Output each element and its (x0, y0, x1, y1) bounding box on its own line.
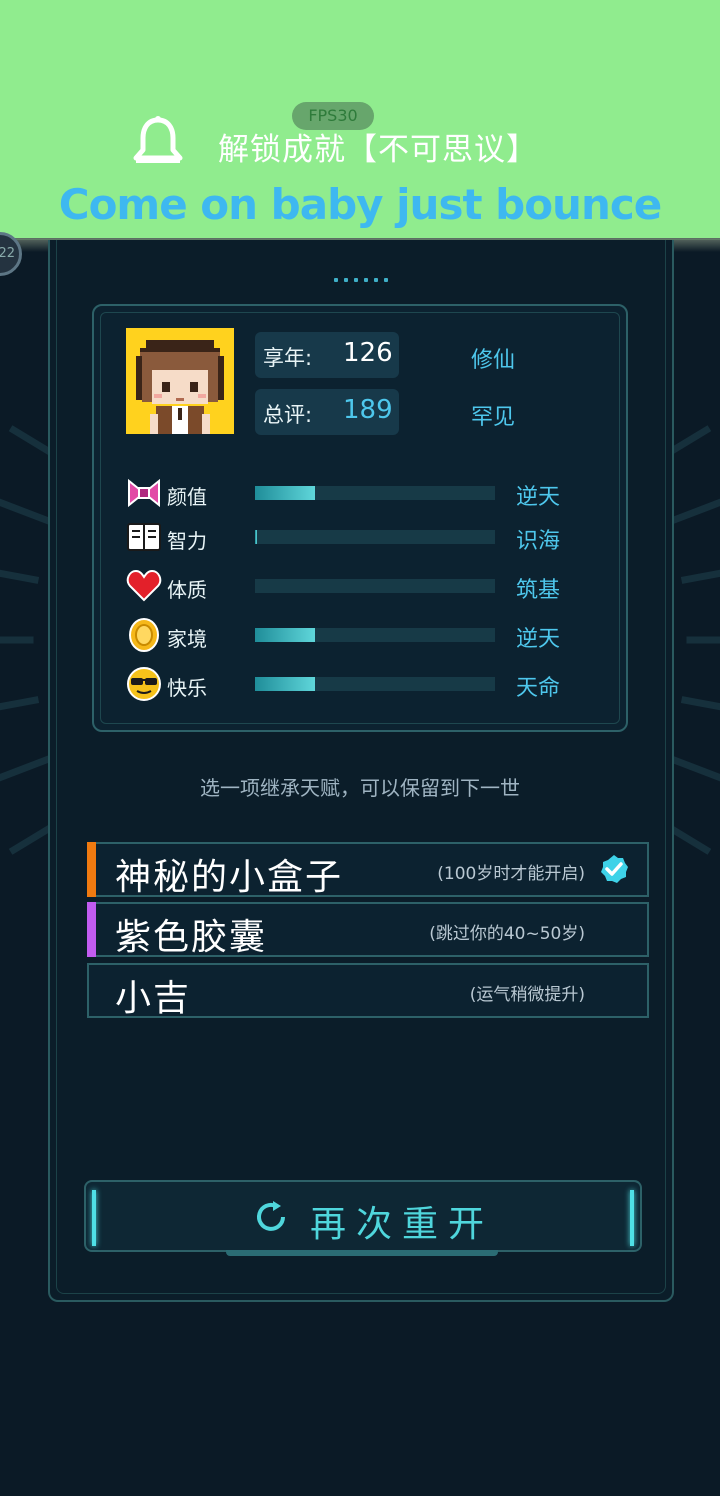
attr-bar-fill-1 (255, 530, 257, 544)
attr-grade-4: 天命 (516, 676, 561, 701)
talent-option-1[interactable]: 紫色胶囊 (跳过你的40~50岁) (87, 902, 649, 958)
restart-button-left-cap (92, 1190, 96, 1246)
talent-option-0[interactable]: 神秘的小盒子 (100岁时才能开启) (87, 842, 649, 898)
attr-bar-1 (255, 530, 495, 544)
restart-button-underline (226, 1250, 498, 1256)
restart-label: 再次重开 (310, 1204, 495, 1245)
talent-desc-0: (100岁时才能开启) (437, 864, 585, 884)
check-icon (601, 855, 628, 883)
age-value: 126 (343, 338, 393, 368)
attr-label-3: 家境 (167, 627, 207, 651)
background-ray (0, 498, 55, 527)
talent-desc-1: (跳过你的40~50岁) (429, 924, 585, 944)
attr-bar-4 (255, 677, 495, 691)
attr-bar-2 (255, 579, 495, 593)
score-label: 总评: (263, 403, 313, 427)
refresh-icon (257, 1201, 285, 1231)
attr-grade-1: 识海 (516, 529, 561, 554)
score-rank: 罕见 (471, 405, 516, 430)
attr-bar-0 (255, 486, 495, 500)
attr-bar-fill-3 (255, 628, 315, 642)
attr-grade-3: 逆天 (516, 627, 561, 652)
talent-color-stripe-0 (87, 842, 96, 897)
attr-bar-fill-0 (255, 486, 315, 500)
bow-icon (128, 478, 160, 508)
background-ray (665, 498, 720, 527)
panel-dots (334, 278, 388, 284)
talent-option-2[interactable]: 小吉 (运气稍微提升) (87, 963, 649, 1019)
restart-button-right-cap (630, 1190, 634, 1246)
background-ray (680, 696, 720, 711)
book-icon (127, 523, 161, 551)
talent-name-2: 小吉 (115, 978, 192, 1019)
background-ray (0, 569, 40, 584)
attr-label-1: 智力 (167, 529, 207, 553)
age-label: 享年: (263, 346, 313, 370)
attr-label-4: 快乐 (167, 676, 207, 700)
talent-name-0: 神秘的小盒子 (115, 857, 344, 898)
score-value: 189 (343, 395, 393, 425)
talent-desc-2: (运气稍微提升) (469, 985, 585, 1005)
attr-label-2: 体质 (167, 578, 207, 602)
attr-bar-fill-4 (255, 677, 315, 691)
inherit-hint: 选一项继承天赋，可以保留到下一世 (200, 776, 520, 800)
talent-name-1: 紫色胶囊 (115, 917, 268, 958)
sunglasses-face-icon (127, 667, 161, 701)
talent-color-stripe-1 (87, 902, 96, 957)
bell-icon (133, 116, 183, 163)
age-rank: 修仙 (471, 348, 516, 373)
lyric-text: Come on baby just bounce (58, 180, 663, 229)
background-ray (0, 696, 40, 711)
background-ray (680, 569, 720, 584)
attr-grade-0: 逆天 (516, 485, 561, 510)
attr-bar-3 (255, 628, 495, 642)
attr-label-0: 颜值 (167, 485, 207, 509)
achievement-text: 解锁成就【不可思议】 (218, 132, 538, 168)
coin-icon (129, 618, 159, 652)
heart-icon (126, 569, 162, 602)
attr-grade-2: 筑基 (516, 578, 561, 603)
character-avatar (126, 328, 234, 434)
